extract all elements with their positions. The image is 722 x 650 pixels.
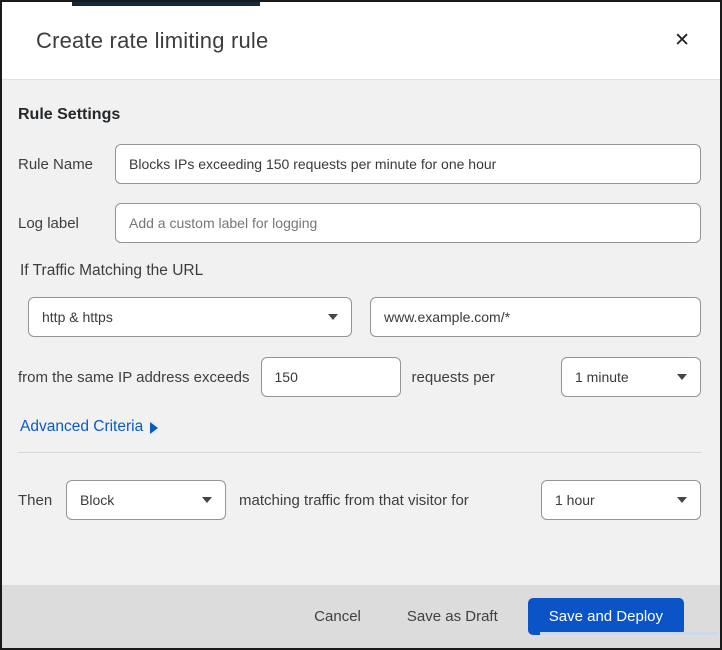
url-match-row: http & https xyxy=(28,297,701,337)
log-label-label: Log label xyxy=(18,214,79,232)
traffic-match-heading: If Traffic Matching the URL xyxy=(20,262,204,279)
action-row: Then Block matching traffic from that vi… xyxy=(18,480,701,520)
period-select-value: 1 minute xyxy=(575,369,629,385)
modal-header: Create rate limiting rule ✕ xyxy=(2,2,720,80)
then-label: Then xyxy=(18,491,53,509)
duration-select[interactable]: 1 hour xyxy=(541,480,701,520)
caret-right-icon xyxy=(150,422,159,434)
log-label-row: Log label xyxy=(18,203,701,243)
rate-limit-modal: Create rate limiting rule ✕ Rule Setting… xyxy=(0,0,722,650)
chevron-down-icon xyxy=(328,314,338,320)
save-as-draft-button[interactable]: Save as Draft xyxy=(407,608,498,625)
modal-footer: Cancel Save as Draft Save and Deploy xyxy=(2,585,720,648)
period-select[interactable]: 1 minute xyxy=(561,357,701,397)
rule-settings-heading: Rule Settings xyxy=(18,106,121,123)
threshold-middle-text: requests per xyxy=(411,368,495,386)
chevron-down-icon xyxy=(677,497,687,503)
action-middle-text: matching traffic from that visitor for xyxy=(239,491,469,509)
scheme-select-value: http & https xyxy=(42,309,113,325)
url-pattern-input[interactable] xyxy=(370,297,701,337)
rule-name-label: Rule Name xyxy=(18,155,94,173)
advanced-criteria-link[interactable]: Advanced Criteria xyxy=(20,418,159,436)
advanced-criteria-label: Advanced Criteria xyxy=(20,418,144,435)
chevron-down-icon xyxy=(202,497,212,503)
action-select-value: Block xyxy=(80,492,115,508)
duration-select-value: 1 hour xyxy=(555,492,595,508)
requests-count-input[interactable] xyxy=(260,357,401,397)
cancel-button[interactable]: Cancel xyxy=(314,608,361,625)
modal-body: Rule Settings Rule Name Log label If Tra… xyxy=(2,80,720,585)
scrollbar-fragment xyxy=(540,632,718,635)
rule-name-row: Rule Name xyxy=(18,144,701,184)
close-icon[interactable]: ✕ xyxy=(670,27,694,54)
threshold-row: from the same IP address exceeds request… xyxy=(18,357,701,397)
save-and-deploy-button[interactable]: Save and Deploy xyxy=(527,598,684,635)
threshold-prefix-text: from the same IP address exceeds xyxy=(18,368,250,386)
section-divider xyxy=(18,452,701,453)
background-page-strip xyxy=(72,2,260,6)
chevron-down-icon xyxy=(677,374,687,380)
log-label-input[interactable] xyxy=(115,203,701,243)
scheme-select[interactable]: http & https xyxy=(28,297,352,337)
page-title: Create rate limiting rule xyxy=(36,27,269,53)
rule-name-input[interactable] xyxy=(115,144,701,184)
action-select[interactable]: Block xyxy=(66,480,226,520)
